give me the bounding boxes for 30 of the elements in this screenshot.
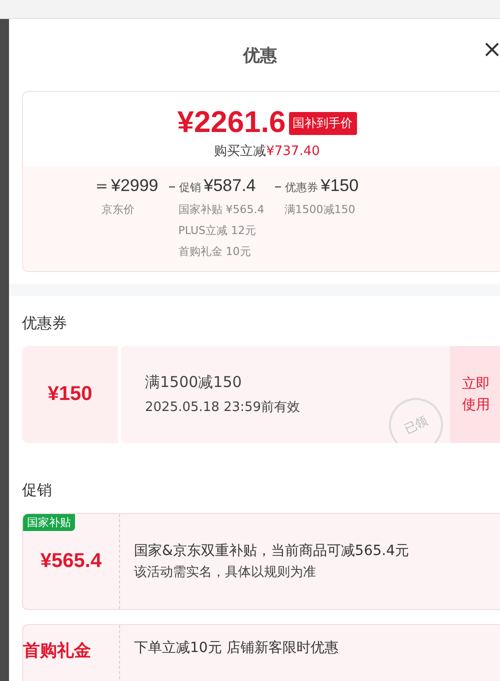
- term-amount: ¥150: [320, 176, 359, 196]
- panel-title: 优惠: [243, 44, 277, 66]
- term-note: 满1500减150: [284, 202, 356, 217]
- term-note: PLUS立减 12元: [178, 223, 258, 238]
- operator-sign: =: [95, 177, 108, 195]
- coupon-validity: 2025.05.18 23:59前有效: [145, 399, 302, 416]
- promotion-amount: 首购礼金: [23, 640, 91, 662]
- close-button[interactable]: ×: [482, 35, 500, 63]
- use-now-button[interactable]: 立即使用: [450, 346, 500, 443]
- term-note: 京东价: [101, 202, 136, 217]
- operator-sign: –: [168, 177, 176, 195]
- term-note: 国家补贴 ¥565.4: [178, 202, 264, 217]
- price-tag: 国补到手价: [288, 112, 357, 134]
- term-amount: ¥2999: [110, 176, 158, 196]
- coupon-title: 满1500减150: [145, 373, 243, 392]
- operator-sign: –: [274, 177, 282, 195]
- promotion-text: 该活动需实名，具体以规则为准: [134, 564, 317, 581]
- term-note: 首购礼金 10元: [178, 244, 252, 259]
- promotion-amount: ¥565.4: [40, 550, 102, 573]
- section-heading: 优惠券: [22, 314, 68, 333]
- term-amount: ¥587.4: [204, 176, 256, 196]
- section-heading: 促销: [22, 481, 53, 500]
- saving-text: 购买立减¥737.40: [214, 143, 320, 160]
- promotion-text: 下单立减10元 店铺新客限时优惠: [134, 639, 338, 657]
- term-label: 优惠券: [284, 180, 318, 195]
- subsidy-badge: 国家补贴: [23, 514, 75, 531]
- term-label: 促销: [178, 180, 201, 195]
- final-price: ¥2261.6: [177, 106, 286, 140]
- coupon-amount: ¥150: [48, 383, 92, 406]
- promotion-text: 国家&京东双重补贴，当前商品可减565.4元: [134, 542, 409, 560]
